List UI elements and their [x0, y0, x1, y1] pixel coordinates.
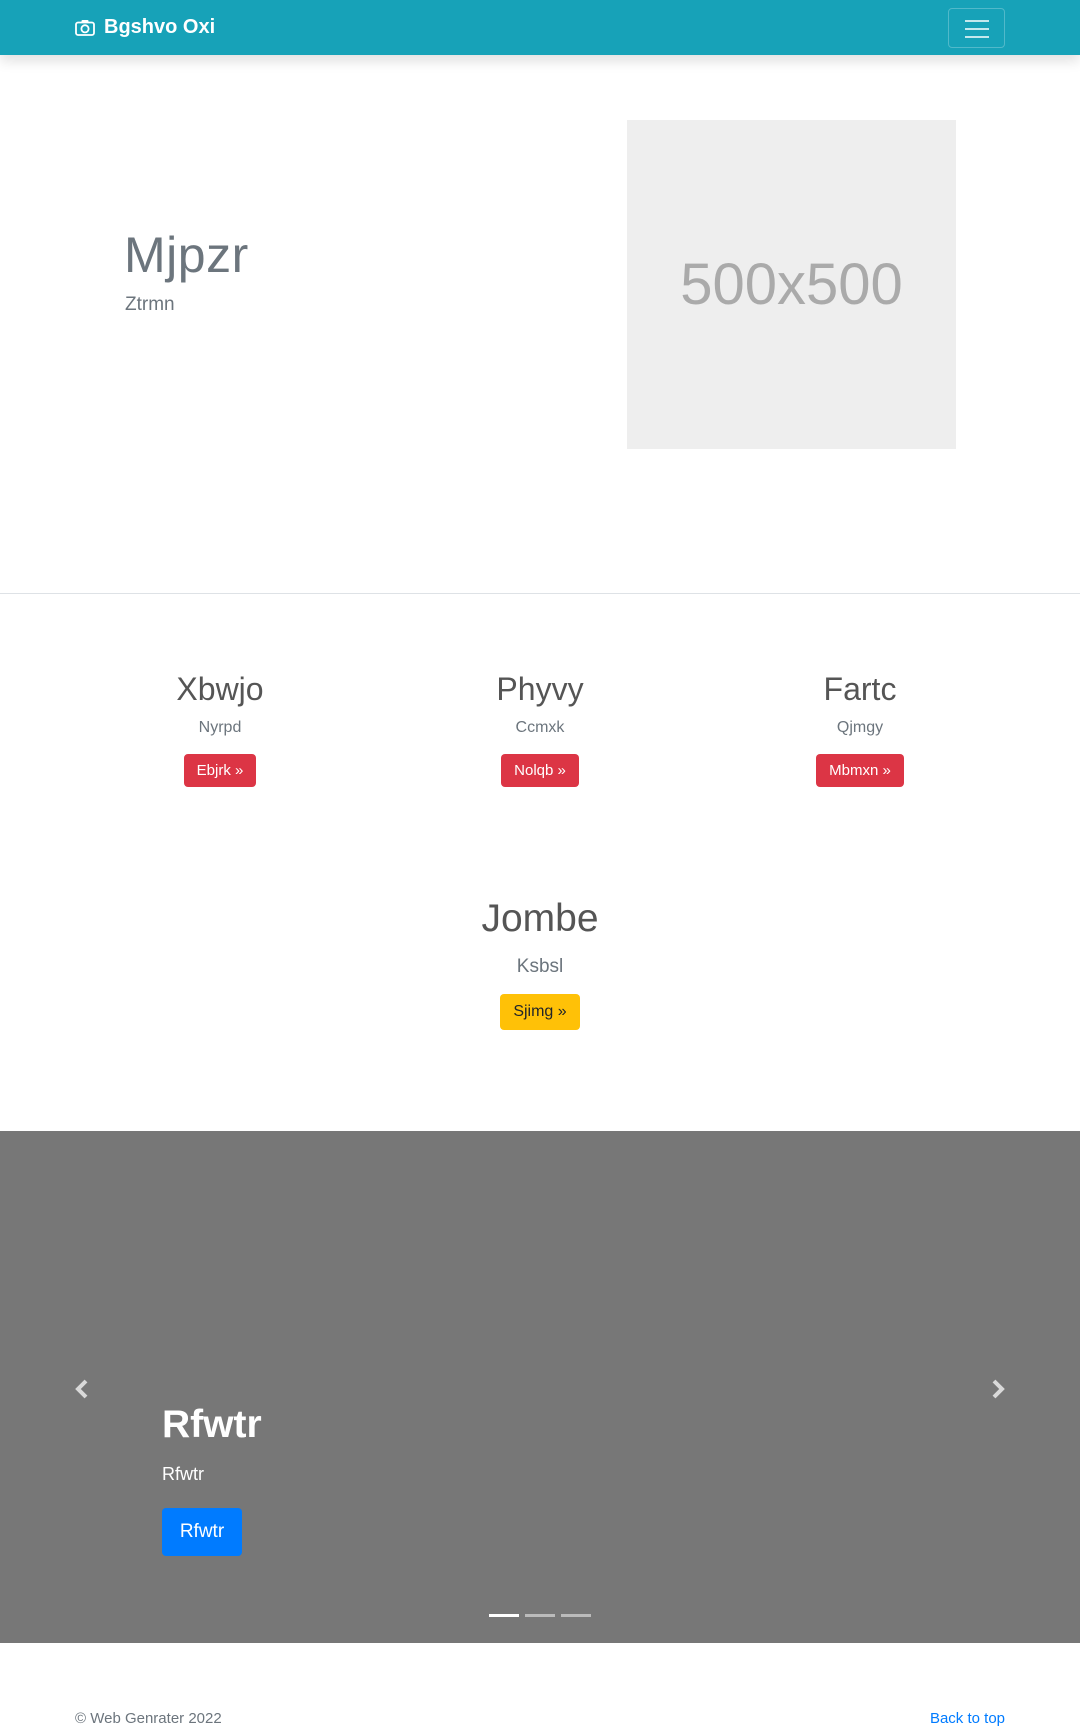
back-to-top-link[interactable]: Back to top: [930, 1710, 1005, 1727]
carousel-caption-text: Rfwtr: [162, 1464, 204, 1484]
feature-column: Phyvy Ccmxk Nolqb »: [390, 671, 690, 788]
brand-link[interactable]: Bgshvo Oxi: [75, 0, 215, 55]
feature-title: Fartc: [823, 671, 897, 707]
hero-title: Mjpzr: [124, 227, 249, 283]
carousel: Rfwtr Rfwtr Rfwtr: [0, 1131, 1080, 1643]
feature-title: Xbwjo: [176, 671, 264, 707]
section-divider: [0, 593, 1080, 594]
feature-column: Fartc Qjmgy Mbmxn »: [710, 671, 1010, 788]
hero-subtitle: Ztrmn: [125, 294, 175, 315]
hero-image-placeholder: 500x500: [627, 120, 956, 449]
chevron-left-icon[interactable]: [70, 1374, 94, 1404]
carousel-caption-button[interactable]: Rfwtr: [162, 1508, 242, 1556]
brand-name: Bgshvo Oxi: [104, 16, 216, 38]
feature-title: Phyvy: [496, 671, 584, 707]
navbar: Bgshvo Oxi: [0, 0, 1080, 55]
chevron-right-icon[interactable]: [986, 1374, 1010, 1404]
feature-column: Xbwjo Nyrpd Ebjrk »: [70, 671, 370, 788]
navbar-toggler-button[interactable]: [948, 8, 1005, 48]
carousel-indicators: [489, 1614, 597, 1617]
center-feature-title: Jombe: [481, 897, 599, 940]
feature-text: Qjmgy: [836, 719, 884, 737]
placeholder-label: 500x500: [680, 252, 903, 317]
center-feature-text: Ksbsl: [516, 955, 564, 977]
footer-copyright: © Web Genrater 2022: [75, 1710, 222, 1727]
camera-icon: [75, 20, 95, 36]
carousel-indicator[interactable]: [525, 1614, 555, 1617]
feature-button[interactable]: Mbmxn »: [816, 754, 904, 788]
feature-button[interactable]: Ebjrk »: [183, 754, 257, 788]
carousel-indicator[interactable]: [489, 1614, 519, 1617]
feature-text: Nyrpd: [198, 719, 242, 737]
center-feature: Jombe Ksbsl Sjimg »: [0, 897, 1080, 1030]
feature-text: Ccmxk: [515, 719, 565, 737]
center-feature-button[interactable]: Sjimg »: [500, 993, 580, 1030]
feature-button[interactable]: Nolqb »: [501, 754, 579, 788]
carousel-caption-title: Rfwtr: [162, 1403, 262, 1446]
carousel-indicator[interactable]: [561, 1614, 591, 1617]
